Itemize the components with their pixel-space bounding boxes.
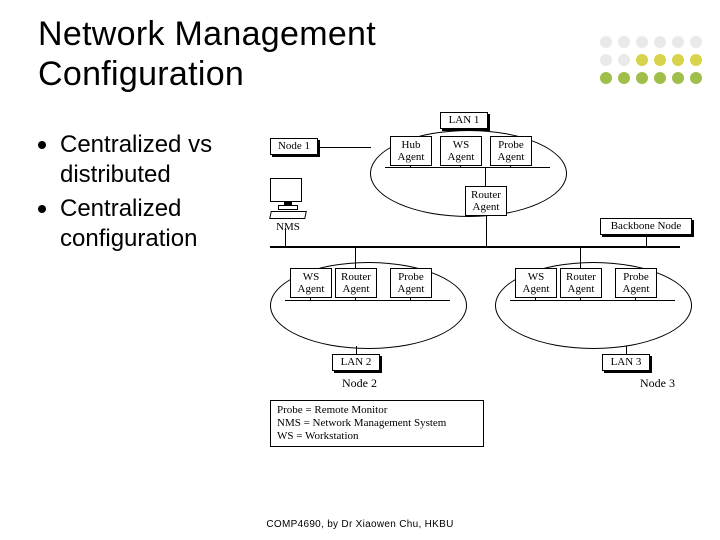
agent-label: RouterAgent — [471, 189, 501, 213]
title-line-1: Network Management — [38, 15, 376, 53]
backbone-line — [270, 246, 680, 248]
agent-label: ProbeAgent — [398, 271, 425, 295]
connector-line — [318, 147, 371, 148]
lan2-bus — [285, 300, 450, 301]
agent-label: ProbeAgent — [498, 139, 525, 163]
bullet-icon — [38, 205, 46, 213]
list-item: Centralized configuration — [38, 194, 268, 254]
lan3-caption: LAN 3 — [602, 354, 650, 371]
agent-label: RouterAgent — [341, 271, 371, 295]
agent-box-ws: WSAgent — [440, 136, 482, 166]
dot-icon — [654, 36, 666, 48]
connector-line — [356, 346, 357, 354]
agent-label: WSAgent — [523, 271, 550, 295]
dot-icon — [690, 36, 702, 48]
agent-label: ProbeAgent — [623, 271, 650, 295]
title-line-2: Configuration — [38, 55, 244, 93]
agent-box-ws: WSAgent — [515, 268, 557, 298]
legend-line: NMS = Network Management System — [277, 417, 477, 430]
slide-title: Network Management Configuration — [38, 14, 376, 94]
agent-box-hub: HubAgent — [390, 136, 432, 166]
agent-box-router: RouterAgent — [560, 268, 602, 298]
lan3-bus — [510, 300, 675, 301]
bullet-text: Centralized vs distributed — [60, 130, 268, 190]
agent-box-probe: ProbeAgent — [490, 136, 532, 166]
dot-icon — [690, 54, 702, 66]
legend-line: WS = Workstation — [277, 430, 477, 443]
caption-text: Backbone Node — [611, 220, 682, 232]
dot-icon — [618, 36, 630, 48]
agent-box-router: RouterAgent — [335, 268, 377, 298]
bullet-text: Centralized configuration — [60, 194, 268, 254]
connector-line — [626, 346, 627, 354]
legend-line: Probe = Remote Monitor — [277, 404, 477, 417]
dot-icon — [618, 54, 630, 66]
dot-icon — [636, 36, 648, 48]
list-item: Centralized vs distributed — [38, 130, 268, 190]
nms-workstation-icon: NMS — [270, 178, 306, 233]
agent-box-ws: WSAgent — [290, 268, 332, 298]
bus-tick — [485, 168, 486, 186]
connector-line — [486, 214, 487, 246]
caption-text: LAN 2 — [341, 356, 372, 368]
dot-icon — [672, 36, 684, 48]
decorative-dots — [600, 36, 704, 86]
agent-label: WSAgent — [448, 139, 475, 163]
dot-icon — [636, 72, 648, 84]
agent-box-probe: ProbeAgent — [615, 268, 657, 298]
nms-label: NMS — [270, 221, 306, 233]
slide-footer: COMP4690, by Dr Xiaowen Chu, HKBU — [0, 519, 720, 530]
lan2-caption: LAN 2 — [332, 354, 380, 371]
agent-label: WSAgent — [298, 271, 325, 295]
caption-text: Node 1 — [278, 140, 310, 152]
dot-icon — [600, 72, 612, 84]
dot-icon — [690, 72, 702, 84]
agent-label: HubAgent — [398, 139, 425, 163]
agent-box-probe: ProbeAgent — [390, 268, 432, 298]
dot-icon — [600, 36, 612, 48]
legend-box: Probe = Remote Monitor NMS = Network Man… — [270, 400, 484, 447]
bullet-icon — [38, 141, 46, 149]
dot-icon — [672, 72, 684, 84]
node2-label: Node 2 — [342, 376, 377, 391]
dot-icon — [618, 72, 630, 84]
dot-icon — [654, 54, 666, 66]
backbone-node-label: Backbone Node — [600, 218, 692, 235]
lan1-caption: LAN 1 — [440, 112, 488, 129]
agent-label: RouterAgent — [566, 271, 596, 295]
bullet-list: Centralized vs distributed Centralized c… — [38, 130, 268, 258]
dot-icon — [600, 54, 612, 66]
node3-label: Node 3 — [640, 376, 675, 391]
node1-label: Node 1 — [270, 138, 318, 155]
lan1-bus — [385, 167, 550, 168]
dot-icon — [672, 54, 684, 66]
dot-icon — [654, 72, 666, 84]
agent-box-router: RouterAgent — [465, 186, 507, 216]
connector-line — [646, 235, 647, 246]
network-diagram: HubAgent WSAgent ProbeAgent RouterAgent … — [270, 110, 705, 450]
caption-text: LAN 1 — [449, 114, 480, 126]
caption-text: LAN 3 — [611, 356, 642, 368]
dot-icon — [636, 54, 648, 66]
